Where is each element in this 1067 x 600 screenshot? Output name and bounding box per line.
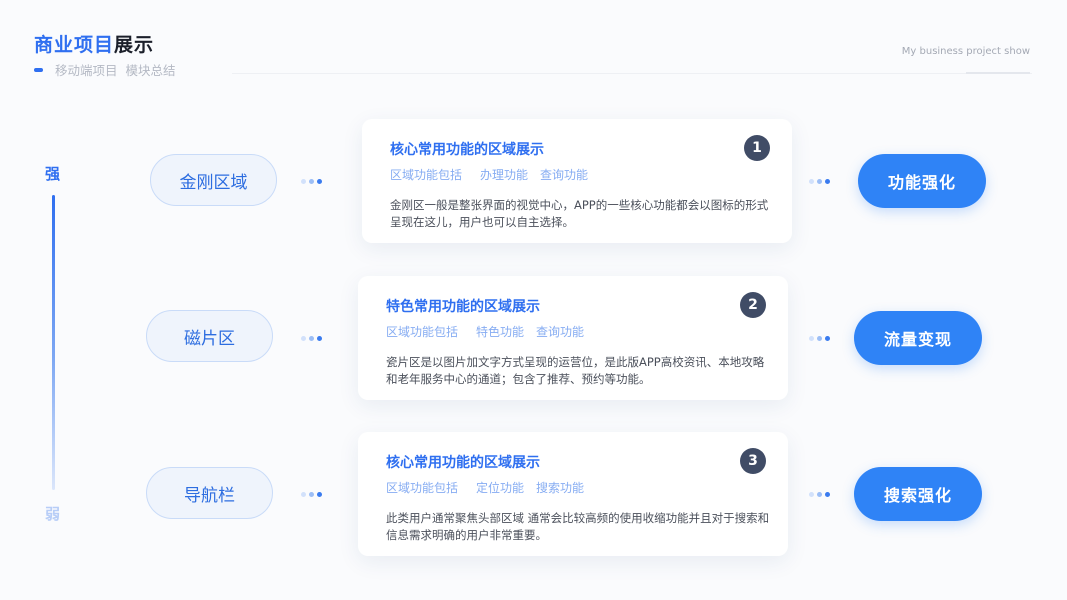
subtitle-b: 模块总结 <box>125 63 176 78</box>
result-button-search[interactable]: 搜索强化 <box>854 467 982 521</box>
card-tag: 区域功能包括 <box>390 168 463 182</box>
card-tag: 搜索功能 <box>536 481 585 495</box>
card-tags: 区域功能包括 办理功能 查询功能 <box>390 166 600 183</box>
card-tags: 区域功能包括 定位功能 搜索功能 <box>386 479 596 496</box>
card-number-badge: 2 <box>740 292 766 318</box>
card-title: 核心常用功能的区域展示 <box>386 455 540 471</box>
card-tag: 查询功能 <box>536 325 585 339</box>
card-description: 瓷片区是以图片加文字方式呈现的运营位，是此版APP高校资讯、本地攻略和老年服务中… <box>386 355 765 386</box>
card-title: 核心常用功能的区域展示 <box>390 142 544 158</box>
area-pill-jingang[interactable]: 金刚区域 <box>150 154 277 206</box>
card-tag: 区域功能包括 <box>386 481 459 495</box>
connector-dots <box>301 179 322 184</box>
connector-dots <box>809 336 830 341</box>
scale-weak-label: 弱 <box>45 505 61 523</box>
subtitle-marker <box>34 67 43 72</box>
page-title: 商业项目展示 <box>34 30 154 57</box>
card-tag: 特色功能 <box>476 325 525 339</box>
card-tag: 区域功能包括 <box>386 325 459 339</box>
connector-dots <box>809 179 830 184</box>
area-pill-tile[interactable]: 磁片区 <box>146 310 273 362</box>
title-rest: 展示 <box>114 34 155 56</box>
card-title: 特色常用功能的区域展示 <box>386 299 540 315</box>
card-description: 此类用户通常聚焦头部区域 通常会比较高频的使用收缩功能并且对于搜索和信息需求明确… <box>386 511 770 542</box>
card-tag: 定位功能 <box>476 481 525 495</box>
page-subtitle: 移动端项目 模块总结 <box>34 60 176 79</box>
subtitle-a: 移动端项目 <box>55 63 118 78</box>
info-card-2: 特色常用功能的区域展示 2 区域功能包括 特色功能 查询功能 瓷片区是以图片加文… <box>358 276 788 400</box>
connector-dots <box>809 492 830 497</box>
card-number-badge: 3 <box>740 448 766 474</box>
result-button-traffic[interactable]: 流量变现 <box>854 311 982 365</box>
header-divider <box>232 73 1032 74</box>
scale-strong-label: 强 <box>45 165 61 183</box>
card-number-badge: 1 <box>744 135 770 161</box>
card-tag: 办理功能 <box>480 168 529 182</box>
title-highlight: 商业项目 <box>34 34 115 56</box>
connector-dots <box>301 492 322 497</box>
card-tag: 查询功能 <box>540 168 589 182</box>
area-pill-navbar[interactable]: 导航栏 <box>146 467 273 519</box>
card-tags: 区域功能包括 特色功能 查询功能 <box>386 323 596 340</box>
info-card-1: 核心常用功能的区域展示 1 区域功能包括 办理功能 查询功能 金刚区一般是整张界… <box>362 119 792 243</box>
strength-scale-bar <box>52 195 55 490</box>
header-divider-accent <box>966 72 1030 74</box>
english-subtitle: My business project show <box>901 46 1030 57</box>
result-button-function[interactable]: 功能强化 <box>858 154 986 208</box>
card-description: 金刚区一般是整张界面的视觉中心，APP的一些核心功能都会以图标的形式呈现在这儿，… <box>390 198 769 229</box>
info-card-3: 核心常用功能的区域展示 3 区域功能包括 定位功能 搜索功能 此类用户通常聚焦头… <box>358 432 788 556</box>
connector-dots <box>301 336 322 341</box>
